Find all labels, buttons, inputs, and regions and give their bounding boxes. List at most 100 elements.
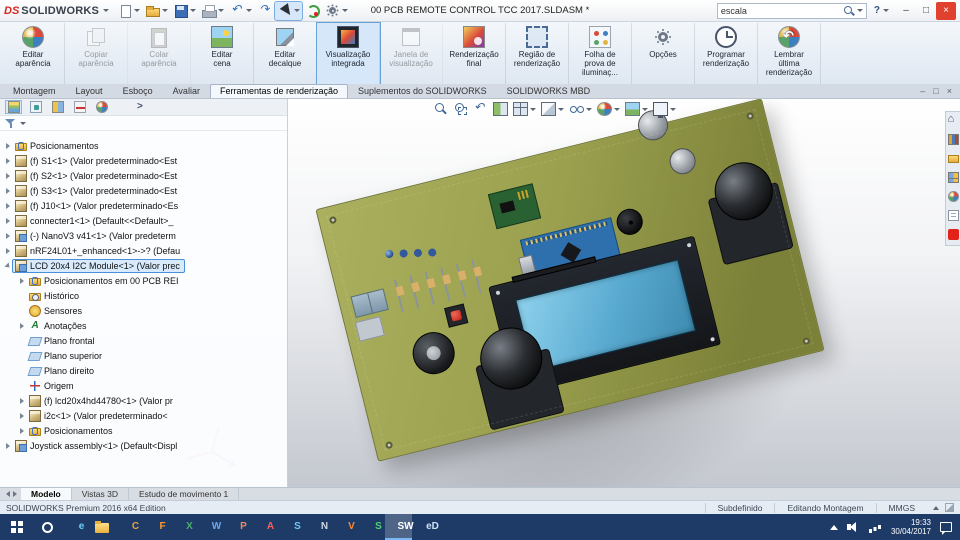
document-tab[interactable]: Vistas 3D <box>72 488 129 500</box>
menu-expand-icon[interactable] <box>103 9 110 12</box>
view-settings-button[interactable] <box>652 101 677 118</box>
hidden-icons-button[interactable] <box>829 524 838 530</box>
chevron-down-icon[interactable] <box>246 9 253 12</box>
expand-arrow-icon[interactable] <box>3 187 12 194</box>
chevron-down-icon[interactable] <box>530 107 536 111</box>
ribbon-tab[interactable]: Esboço <box>113 84 163 98</box>
scroll-right-icon[interactable] <box>13 491 17 497</box>
doc-minimize-button[interactable]: – <box>920 85 925 97</box>
tree-item[interactable]: (f) S2<1> (Valor predeterminado<Est <box>0 168 287 183</box>
home-tab[interactable] <box>948 114 959 128</box>
taskbar-skype[interactable]: S <box>277 514 304 540</box>
tree-item[interactable]: connecter1<1> (Default<<Default>_ <box>0 213 287 228</box>
ribbon-tab[interactable]: Avaliar <box>163 84 210 98</box>
expand-arrow-icon[interactable] <box>3 142 12 149</box>
expand-arrow-icon[interactable] <box>3 442 12 449</box>
chevron-down-icon[interactable] <box>134 9 141 12</box>
metal-knob[interactable] <box>666 145 699 177</box>
close-button[interactable]: × <box>936 1 956 20</box>
custom-properties-tab[interactable] <box>947 210 959 223</box>
expand-arrow-icon[interactable] <box>17 412 26 419</box>
chevron-down-icon[interactable] <box>294 9 301 12</box>
taskbar-solidworks[interactable]: SW <box>385 514 414 540</box>
display-style-button[interactable] <box>540 101 565 117</box>
minimize-button[interactable]: – <box>896 2 916 20</box>
volume-icon[interactable] <box>846 521 860 533</box>
potentiometer-knob[interactable] <box>408 327 460 379</box>
doc-restore-button[interactable]: □ <box>933 85 938 97</box>
view-orientation-button[interactable] <box>512 101 537 117</box>
rebuild-button[interactable] <box>303 2 322 20</box>
tree-item[interactable]: (f) S3<1> (Valor predeterminado<Est <box>0 183 287 198</box>
taskbar-chrome[interactable]: C <box>115 514 142 540</box>
chevron-down-icon[interactable] <box>162 9 169 12</box>
network-icon[interactable] <box>868 521 882 533</box>
chevron-down-icon[interactable] <box>558 107 564 111</box>
taskbar-vlc[interactable]: V <box>331 514 358 540</box>
save-button[interactable] <box>171 2 198 20</box>
help-button[interactable]: ? <box>871 5 892 16</box>
tree-item[interactable]: Sensores <box>0 303 287 318</box>
solidworks-logo[interactable]: DS SOLIDWORKS <box>4 5 110 17</box>
taskbar-powerpoint[interactable]: P <box>223 514 250 540</box>
janela-de-visualizacao-button[interactable]: Janela de visualização <box>380 23 443 84</box>
regiao-de-renderizacao-button[interactable]: Região de renderização <box>506 23 569 84</box>
taskbar-edge[interactable]: e <box>61 514 88 540</box>
tree-item[interactable]: Anotações <box>0 318 287 333</box>
expand-arrow-icon[interactable] <box>3 217 12 224</box>
renderizacao-final-button[interactable]: Renderização final <box>443 23 506 84</box>
nrf24-module[interactable] <box>487 183 542 230</box>
action-center-icon[interactable] <box>940 522 952 535</box>
apply-scene-button[interactable] <box>624 101 649 117</box>
select-tool-button[interactable] <box>274 0 304 21</box>
hide-show-items-button[interactable] <box>568 101 593 117</box>
mounting-hole[interactable] <box>328 215 338 225</box>
tree-item[interactable]: i2c<1> (Valor predeterminado< <box>0 408 287 423</box>
forum-tab[interactable] <box>947 229 959 242</box>
search-input[interactable] <box>720 5 843 16</box>
tree-item[interactable]: Plano frontal <box>0 333 287 348</box>
search-box[interactable] <box>716 2 867 19</box>
relay-module[interactable] <box>354 316 385 342</box>
panel-collapse-button[interactable]: > <box>137 102 143 112</box>
tree-item[interactable]: (-) NanoV3 v41<1> (Valor predeterm <box>0 228 287 243</box>
push-button[interactable] <box>444 303 469 328</box>
new-document-button[interactable] <box>115 2 142 20</box>
chevron-down-icon[interactable] <box>342 9 349 12</box>
tree-item[interactable]: (f) J10<1> (Valor predeterminado<Es <box>0 198 287 213</box>
edit-appearance-button[interactable] <box>596 101 621 117</box>
tree-item[interactable]: Posicionamentos <box>0 138 287 153</box>
expand-arrow-icon[interactable] <box>3 172 12 179</box>
file-explorer-tab[interactable] <box>947 153 959 166</box>
opcoes-button[interactable]: Opções <box>632 23 695 84</box>
expand-arrow-icon[interactable] <box>17 277 26 284</box>
mounting-hole[interactable] <box>745 111 755 121</box>
zoom-area-button[interactable] <box>452 101 469 117</box>
taskbar-firefox[interactable]: F <box>142 514 169 540</box>
ribbon-tab[interactable]: Montagem <box>3 84 66 98</box>
chevron-down-icon[interactable] <box>883 9 889 12</box>
taskbar-acrobat[interactable]: A <box>250 514 277 540</box>
tree-item[interactable]: (f) lcd20x4hd44780<1> (Valor pr <box>0 393 287 408</box>
editar-decalque-button[interactable]: Editar decalque <box>254 23 317 84</box>
tree-item[interactable]: Posicionamentos em 00 PCB REI <box>0 273 287 288</box>
featuremanager-tab[interactable] <box>5 100 22 114</box>
tree-item[interactable]: Plano direito <box>0 363 287 378</box>
buzzer[interactable] <box>613 206 646 238</box>
expand-arrow-icon[interactable] <box>3 202 12 209</box>
task-pane-toggle-icon[interactable] <box>945 503 954 512</box>
expand-arrow-icon[interactable] <box>3 232 12 239</box>
options-button[interactable] <box>323 2 350 20</box>
ribbon-tab[interactable]: Suplementos do SOLIDWORKS <box>348 84 497 98</box>
expand-arrow-icon[interactable] <box>3 261 12 270</box>
expand-arrow-icon[interactable] <box>17 427 26 434</box>
maximize-button[interactable]: □ <box>916 2 936 20</box>
ribbon-tab[interactable]: Layout <box>66 84 113 98</box>
programar-renderizacao-button[interactable]: Programar renderização <box>695 23 758 84</box>
ribbon-tab[interactable]: Ferramentas de renderização <box>209 84 349 98</box>
taskbar-edrawings[interactable]: eD <box>412 514 439 540</box>
tree-item[interactable]: Posicionamentos <box>0 423 287 438</box>
dimxpertmanager-tab[interactable] <box>71 100 88 114</box>
search-options-icon[interactable] <box>856 9 863 12</box>
tree-item[interactable]: (f) S1<1> (Valor predeterminado<Est <box>0 153 287 168</box>
